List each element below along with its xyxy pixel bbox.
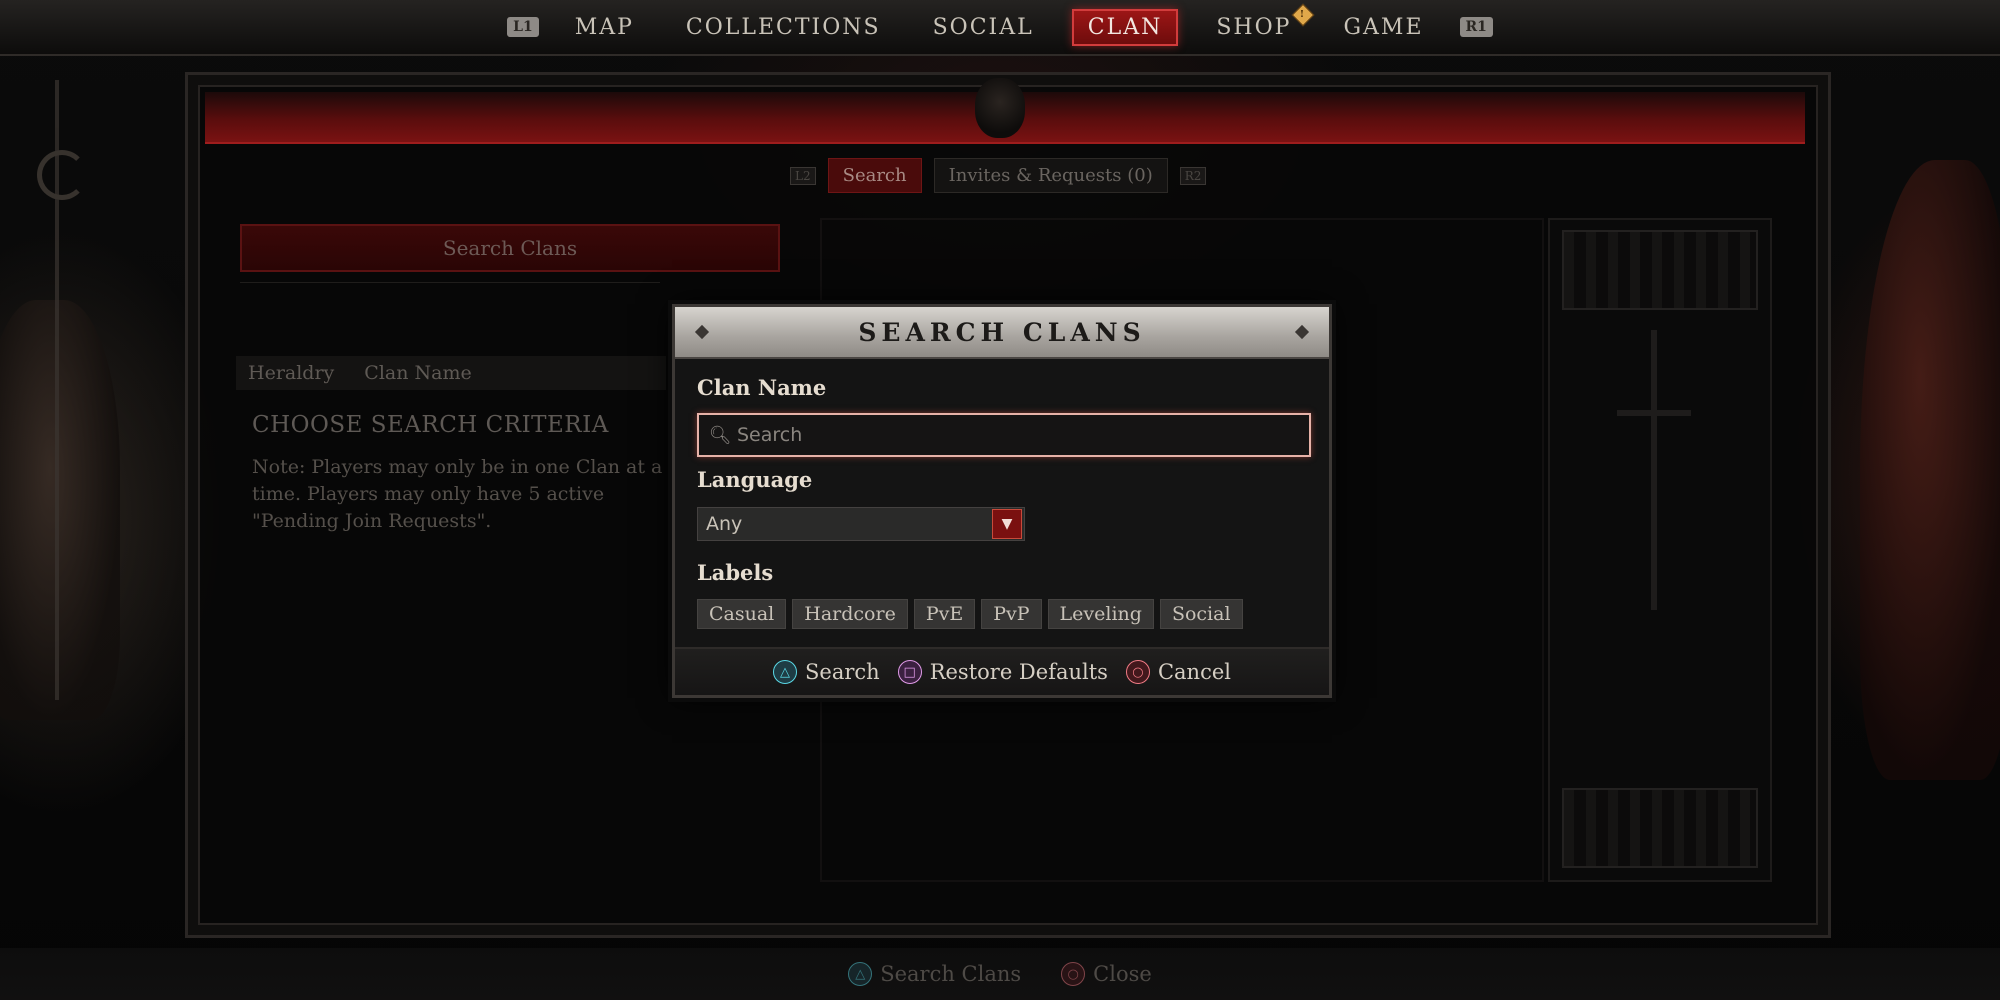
- nav-map[interactable]: MAP: [561, 11, 648, 44]
- cancel-label: Cancel: [1157, 660, 1231, 684]
- column-heraldry: Heraldry: [248, 362, 335, 384]
- clan-subtabs: L2 Search Invites & Requests (0) R2: [790, 158, 1207, 193]
- search-clans-prompt-label: Search Clans: [880, 962, 1022, 986]
- square-button-icon: □: [897, 660, 922, 684]
- labels-label: Labels: [697, 560, 774, 585]
- skull-ornament-icon: [975, 78, 1025, 138]
- dialog-footer: △ Search □ Restore Defaults ○ Cancel: [675, 647, 1329, 695]
- search-clans-prompt[interactable]: △ Search Clans: [848, 962, 1021, 986]
- search-clans-button[interactable]: Search Clans: [240, 224, 780, 272]
- tab-invites-requests[interactable]: Invites & Requests (0): [933, 158, 1168, 193]
- search-clans-dialog: SEARCH CLANS Clan Name 🔍︎ Language Any ▼…: [672, 304, 1332, 698]
- bottom-prompt-bar: △ Search Clans ○ Close: [0, 948, 2000, 1000]
- top-navigation: L1 MAP COLLECTIONS SOCIAL CLAN SHOP! GAM…: [0, 0, 2000, 56]
- l2-bumper-icon[interactable]: L2: [790, 166, 816, 185]
- nav-game[interactable]: GAME: [1329, 11, 1437, 44]
- restore-defaults-button[interactable]: □ Restore Defaults: [897, 660, 1108, 684]
- nav-shop[interactable]: SHOP!: [1202, 3, 1315, 44]
- label-chip-pvp[interactable]: PvP: [981, 599, 1042, 629]
- r2-bumper-icon[interactable]: R2: [1179, 166, 1207, 185]
- tab-search[interactable]: Search: [827, 158, 922, 193]
- restore-defaults-label: Restore Defaults: [929, 660, 1108, 684]
- shop-alert-icon: !: [1292, 3, 1315, 26]
- criteria-note: Note: Players may only be in one Clan at…: [252, 456, 663, 532]
- label-chip-hardcore[interactable]: Hardcore: [792, 599, 908, 629]
- dialog-title: SEARCH CLANS: [675, 307, 1329, 359]
- search-icon: 🔍︎: [708, 424, 732, 446]
- label-chips: Casual Hardcore PvE PvP Leveling Social: [697, 599, 1243, 629]
- label-chip-casual[interactable]: Casual: [697, 599, 787, 629]
- dialog-search-label: Search: [805, 660, 880, 684]
- background-staff: [37, 80, 89, 700]
- nav-clan[interactable]: CLAN: [1071, 8, 1179, 46]
- divider: [240, 282, 660, 283]
- background-figure-right: [1860, 160, 2000, 780]
- results-column-headers: Heraldry Clan Name: [236, 356, 666, 390]
- language-label: Language: [697, 467, 813, 492]
- panel-ornament: [1562, 230, 1758, 310]
- sword-emblem-icon: [1617, 330, 1691, 610]
- criteria-title: CHOOSE SEARCH CRITERIA: [252, 412, 609, 438]
- circle-button-icon: ○: [1061, 962, 1086, 986]
- dialog-search-button[interactable]: △ Search: [773, 660, 880, 684]
- r1-bumper-icon[interactable]: R1: [1459, 17, 1493, 37]
- label-chip-pve[interactable]: PvE: [913, 599, 976, 629]
- clan-name-search-field[interactable]: 🔍︎: [697, 413, 1311, 457]
- panel-ornament: [1562, 788, 1758, 868]
- nav-social[interactable]: SOCIAL: [919, 11, 1048, 44]
- nav-shop-label: SHOP: [1216, 14, 1292, 40]
- column-clan-name: Clan Name: [364, 362, 472, 384]
- language-value: Any: [706, 513, 743, 535]
- close-prompt-label: Close: [1093, 962, 1152, 986]
- triangle-button-icon: △: [773, 660, 798, 684]
- nav-collections[interactable]: COLLECTIONS: [672, 11, 895, 44]
- clan-name-input[interactable]: [735, 416, 1309, 454]
- clan-name-label: Clan Name: [697, 375, 827, 400]
- label-chip-leveling[interactable]: Leveling: [1047, 599, 1154, 629]
- cancel-button[interactable]: ○ Cancel: [1125, 660, 1231, 684]
- chevron-down-icon[interactable]: ▼: [992, 509, 1022, 539]
- heraldry-side-panel: [1548, 218, 1772, 882]
- circle-button-icon: ○: [1125, 660, 1150, 684]
- language-dropdown[interactable]: Any ▼: [697, 507, 1025, 541]
- l1-bumper-icon[interactable]: L1: [507, 17, 539, 37]
- triangle-button-icon: △: [848, 962, 873, 986]
- close-prompt[interactable]: ○ Close: [1061, 962, 1152, 986]
- label-chip-social[interactable]: Social: [1159, 599, 1243, 629]
